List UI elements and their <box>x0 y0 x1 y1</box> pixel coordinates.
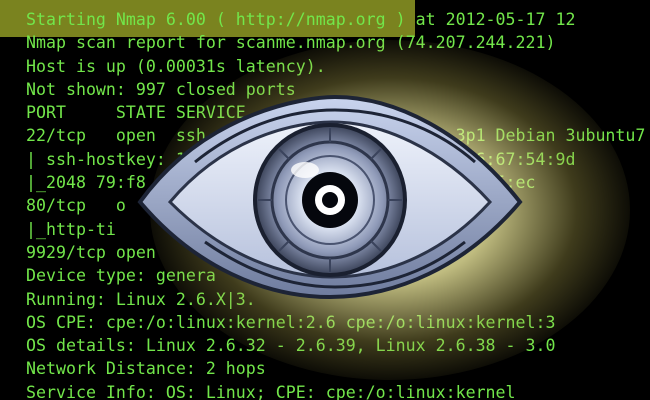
terminal-line: Service Info: OS: Linux; CPE: cpe:/o:lin… <box>26 382 516 400</box>
terminal-line: Starting Nmap 6.00 ( http://nmap.org ) a… <box>26 10 576 29</box>
terminal-window: Starting Nmap 6.00 ( http://nmap.org ) a… <box>0 0 650 400</box>
eye-icon <box>137 94 523 300</box>
